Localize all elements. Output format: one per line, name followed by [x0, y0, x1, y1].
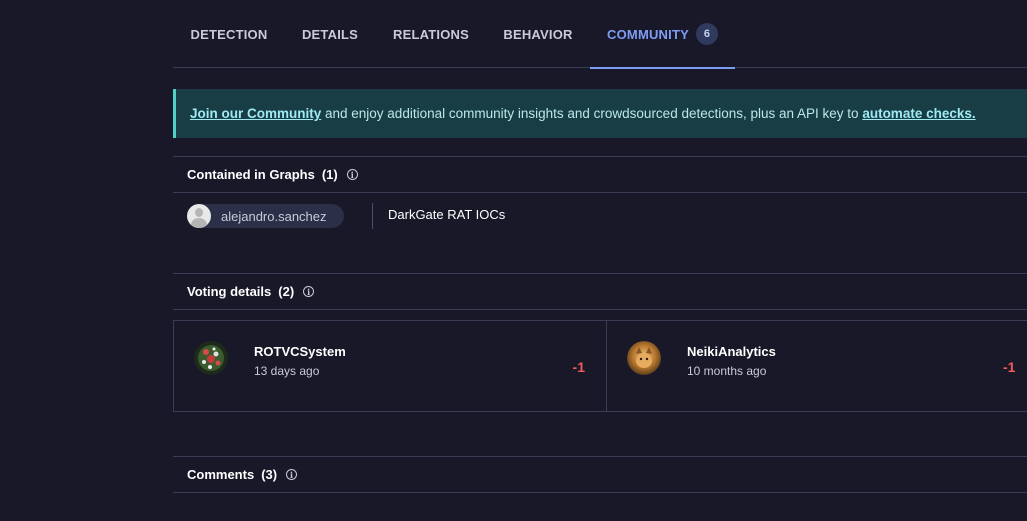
tab-detection[interactable]: DETECTION [173, 0, 285, 68]
section-count: (1) [321, 167, 338, 182]
voter-name[interactable]: NeikiAnalytics [687, 344, 776, 359]
tab-details[interactable]: DETAILS [285, 0, 375, 68]
community-banner: Join our Community and enjoy additional … [173, 89, 1027, 138]
section-title: Comments [187, 467, 255, 482]
section-count: (3) [261, 467, 278, 482]
graph-link[interactable]: DarkGate RAT IOCs [388, 207, 505, 222]
tab-label: DETAILS [301, 26, 359, 42]
join-community-link[interactable]: Join our Community [190, 106, 321, 121]
user-avatar-icon [187, 204, 211, 228]
voting-section-header: Voting details (2) i [173, 273, 1027, 310]
graph-owner-chip[interactable]: alejandro.sanchez [187, 204, 344, 228]
neikianalytics-avatar-icon[interactable] [627, 341, 661, 375]
info-icon[interactable]: i [286, 469, 298, 480]
automate-checks-link[interactable]: automate checks. [862, 106, 975, 121]
graph-owner-name: alejandro.sanchez [221, 208, 327, 224]
vote-time: 10 months ago [687, 364, 767, 378]
tab-label: BEHAVIOR [503, 26, 573, 42]
info-icon[interactable]: i [303, 286, 315, 297]
vote-value: -1 [1003, 359, 1016, 375]
rotvcsystem-avatar-icon[interactable] [194, 341, 228, 375]
banner-text: and enjoy additional community insights … [321, 106, 863, 121]
tab-label: RELATIONS [393, 26, 469, 42]
tab-label: COMMUNITY [607, 26, 689, 42]
tab-label: DETECTION [190, 26, 268, 42]
vote-time: 13 days ago [254, 364, 320, 378]
vote-card: ROTVCSystem 13 days ago -1 [173, 320, 607, 412]
vote-card: NeikiAnalytics 10 months ago -1 [606, 320, 1027, 412]
section-title: Voting details [187, 284, 272, 299]
divider [372, 203, 373, 229]
section-title: Contained in Graphs [187, 167, 315, 182]
tab-relations[interactable]: RELATIONS [375, 0, 487, 68]
info-icon[interactable]: i [346, 169, 358, 180]
graphs-section-header: Contained in Graphs (1) i [173, 156, 1027, 193]
comments-section-header: Comments (3) i [173, 456, 1027, 493]
section-count: (2) [278, 284, 295, 299]
community-page: DETECTION DETAILS RELATIONS BEHAVIOR COM… [0, 0, 1027, 521]
tab-behavior[interactable]: BEHAVIOR [487, 0, 589, 68]
vote-value: -1 [572, 359, 585, 375]
tab-bar: DETECTION DETAILS RELATIONS BEHAVIOR COM… [173, 0, 1027, 69]
voter-name[interactable]: ROTVCSystem [254, 344, 346, 359]
tab-community[interactable]: COMMUNITY 6 [590, 0, 735, 69]
tab-count-badge: 6 [695, 23, 718, 45]
